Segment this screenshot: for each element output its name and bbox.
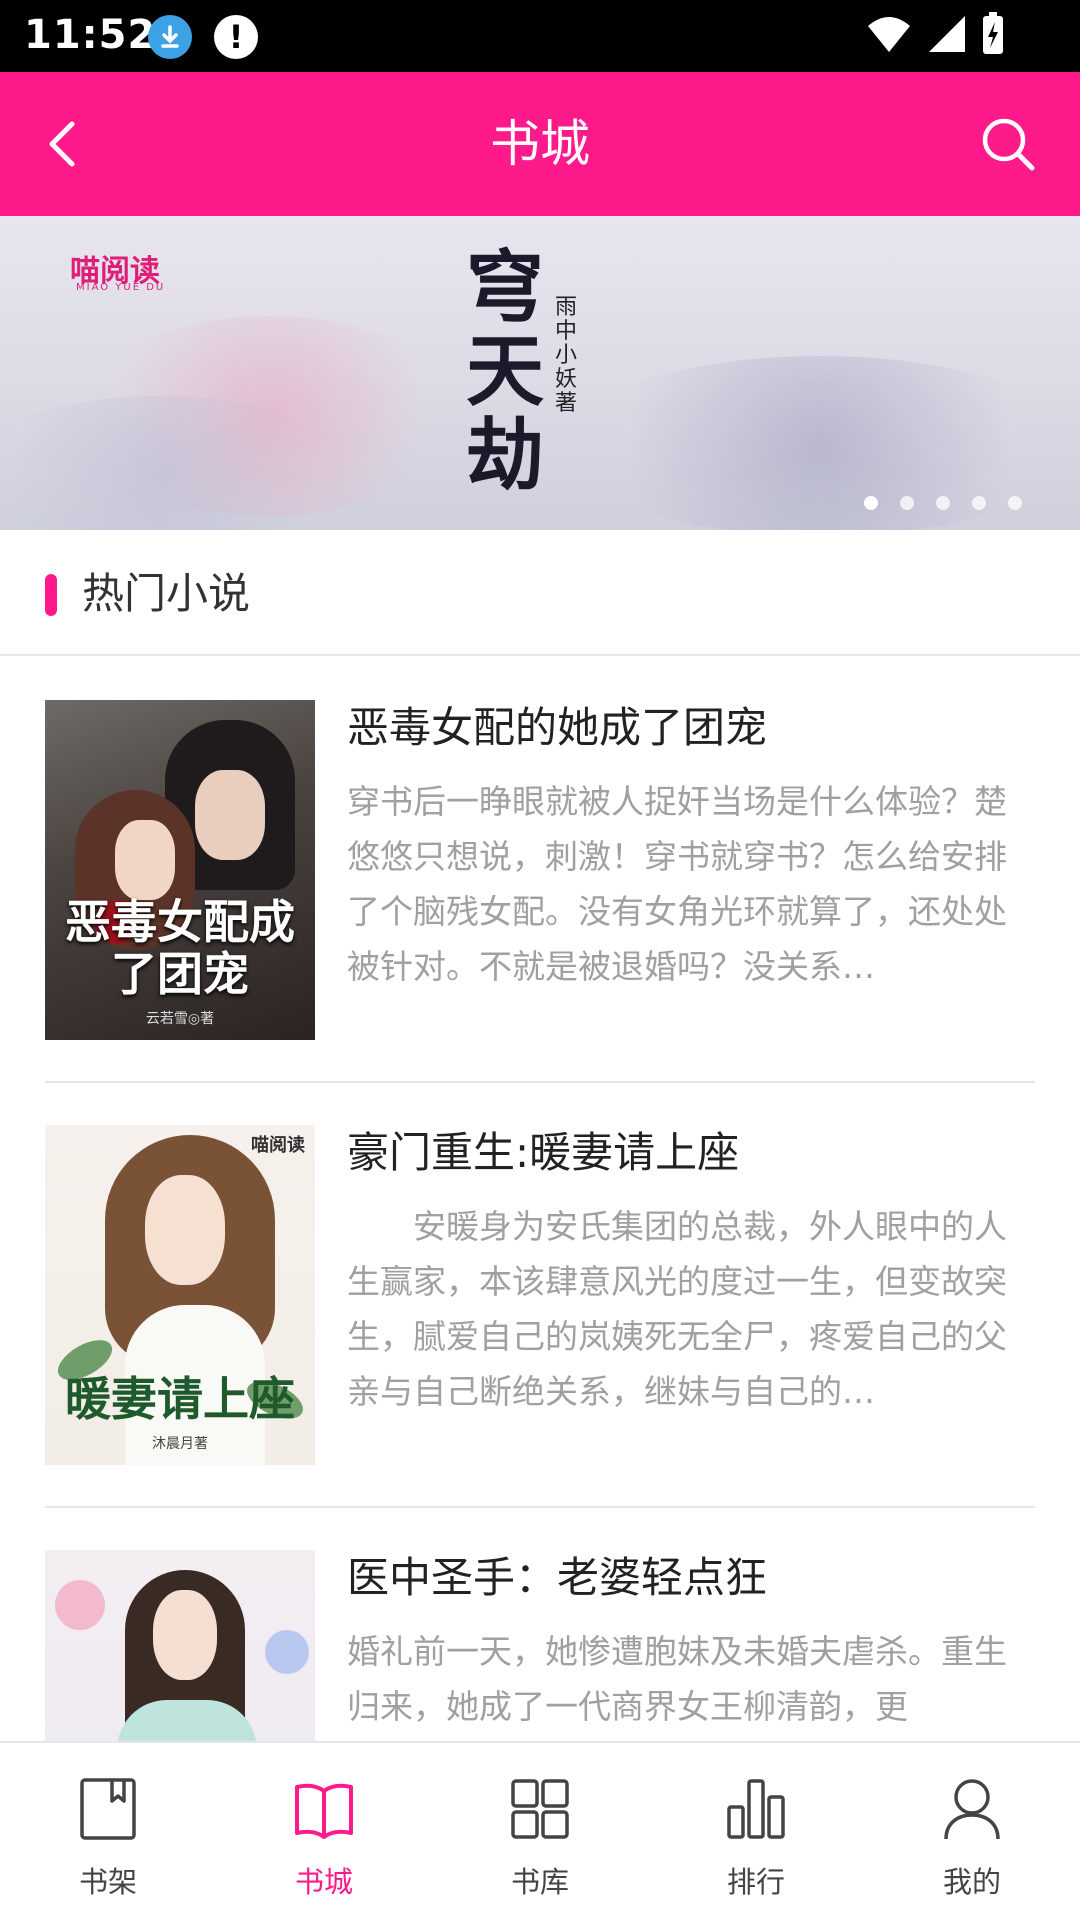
bottom-nav: 书架 书城 书库 排行 我的 [0, 1741, 1080, 1920]
page-title: 书城 [490, 115, 590, 173]
banner-book-title: 穹天劫 [465, 242, 544, 501]
search-icon [982, 118, 1035, 171]
carousel-dot[interactable] [1008, 496, 1022, 510]
cover-author: 沐晨月著 [152, 1436, 208, 1452]
book-title[interactable]: 豪门重生:暖妻请上座 [347, 1123, 739, 1183]
battery-icon [983, 12, 1003, 54]
wifi-icon [867, 17, 910, 52]
bar-chart-icon [727, 1779, 785, 1839]
cover-author: 云若雪◎著 [145, 1011, 215, 1027]
app-header: 书城 [0, 72, 1080, 216]
book-list: 恶毒女配成了团宠 云若雪◎著 恶毒女配的她成了团宠 穿书后一睁眼就被人捉奸当场是… [0, 658, 1080, 1741]
banner-carousel[interactable]: 喵阅读 MIAO YUE DU 穹天劫 雨中小妖著 [0, 216, 1080, 530]
book-description: 婚礼前一天，她惨遭胞妹及未婚夫虐杀。重生归来，她成了一代商界女王柳清韵，更 [347, 1632, 1007, 1726]
book-description: 穿书后一睁眼就被人捉奸当场是什么体验？楚悠悠只想说，刺激！穿书就穿书？怎么给安排… [347, 782, 1007, 986]
nav-label: 排行 [726, 1865, 785, 1899]
cover-title: 暖妻请上座 [65, 1372, 295, 1426]
alert-icon: ! [214, 15, 258, 59]
nav-label: 书城 [294, 1865, 353, 1899]
book-item[interactable]: 恶毒女配成了团宠 云若雪◎著 恶毒女配的她成了团宠 穿书后一睁眼就被人捉奸当场是… [45, 658, 1035, 1083]
grid-icon [511, 1779, 569, 1839]
nav-label: 书库 [510, 1865, 569, 1899]
bookshelf-icon [80, 1778, 136, 1840]
book-title[interactable]: 恶毒女配的她成了团宠 [347, 698, 767, 758]
book-description: 安暖身为安氏集团的总裁，外人眼中的人生赢家，本该肆意风光的度过一生，但变故突生，… [347, 1207, 1007, 1411]
carousel-dot[interactable] [972, 496, 986, 510]
nav-item-bookstore[interactable]: 书城 [216, 1743, 432, 1920]
nav-item-ranking[interactable]: 排行 [648, 1743, 864, 1920]
status-icons [858, 12, 1006, 60]
nav-item-mine[interactable]: 我的 [864, 1743, 1080, 1920]
carousel-dot[interactable] [864, 496, 878, 510]
nav-label: 书架 [78, 1865, 137, 1899]
nav-item-library[interactable]: 书库 [432, 1743, 648, 1920]
search-button[interactable] [976, 112, 1040, 176]
section-title: 热门小说 [82, 569, 251, 618]
section-header: 热门小说 [0, 530, 1080, 656]
nav-label: 我的 [942, 1865, 1001, 1899]
book-cover[interactable]: 喵阅读 暖妻请上座 沐晨月著 [45, 1125, 315, 1465]
status-bar: 11:52 ! [0, 0, 1080, 72]
book-cover[interactable] [45, 1550, 315, 1741]
banner-logo-sub: MIAO YUE DU [76, 282, 166, 293]
carousel-indicator [842, 495, 1022, 514]
section-accent-bar [45, 574, 57, 616]
book-cover[interactable]: 恶毒女配成了团宠 云若雪◎著 [45, 700, 315, 1040]
carousel-dot[interactable] [936, 496, 950, 510]
cover-title: 恶毒女配成了团宠 [65, 895, 295, 1001]
book-title[interactable]: 医中圣手：老婆轻点狂 [347, 1548, 767, 1608]
carousel-dot[interactable] [900, 496, 914, 510]
open-book-icon [295, 1783, 353, 1839]
cover-logo: 喵阅读 [251, 1135, 305, 1156]
signal-icon [928, 16, 965, 52]
book-item[interactable]: 医中圣手：老婆轻点狂 婚礼前一天，她惨遭胞妹及未婚夫虐杀。重生归来，她成了一代商… [45, 1508, 1035, 1741]
banner-author: 雨中小妖著 [555, 295, 578, 416]
status-time: 11:52 [24, 12, 157, 58]
nav-item-bookshelf[interactable]: 书架 [0, 1743, 216, 1920]
book-item[interactable]: 喵阅读 暖妻请上座 沐晨月著 豪门重生:暖妻请上座 安暖身为安氏集团的总裁，外人… [45, 1083, 1035, 1508]
download-icon [148, 15, 192, 59]
user-icon [944, 1779, 1000, 1840]
